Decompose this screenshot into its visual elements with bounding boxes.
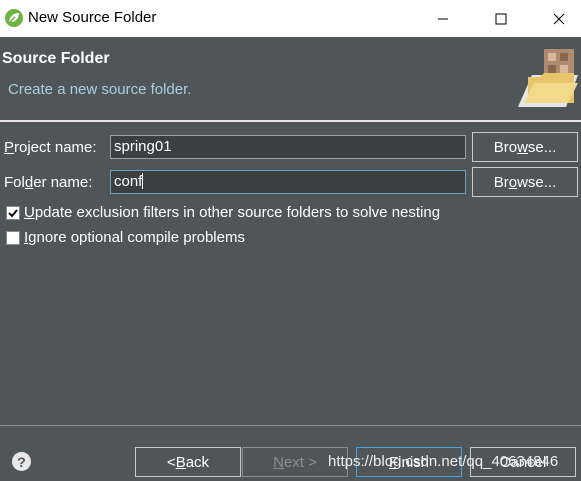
ignore-compile-problems-label[interactable]: Ignore optional compile problems (24, 229, 245, 246)
folder-name-label: Folder name: (4, 174, 93, 191)
close-icon (553, 13, 565, 24)
minimize-button[interactable] (420, 0, 466, 37)
ignore-compile-problems-checkbox[interactable] (6, 231, 20, 245)
close-button[interactable] (536, 0, 581, 37)
minimize-icon (438, 18, 448, 19)
header-divider (0, 120, 581, 122)
project-name-input[interactable]: spring01 (110, 135, 466, 159)
browse-folder-button[interactable]: Br o wse... (472, 167, 578, 197)
update-exclusion-checkbox[interactable] (6, 206, 20, 220)
spring-leaf-icon (5, 9, 23, 27)
wizard-header: Source Folder Create a new source folder… (0, 37, 581, 120)
source-folder-icon (518, 49, 578, 107)
browse-project-button[interactable]: Bro w se... (472, 132, 578, 162)
page-title: Source Folder (2, 50, 110, 67)
title-bar: New Source Folder (0, 0, 581, 37)
maximize-icon (495, 13, 507, 24)
footer-divider (0, 425, 581, 426)
update-exclusion-label[interactable]: Update exclusion filters in other source… (24, 204, 440, 221)
folder-name-input[interactable]: conf (110, 170, 466, 194)
help-icon[interactable]: ? (12, 452, 31, 471)
maximize-button[interactable] (478, 0, 524, 37)
text-caret (142, 173, 144, 189)
back-button[interactable]: < Back (135, 447, 241, 477)
watermark-text: https://blog.csdn.net/qq_40634846 (328, 453, 559, 470)
window-title: New Source Folder (28, 9, 157, 26)
checkmark-icon (8, 209, 18, 218)
project-name-label: Project name: (4, 139, 97, 156)
page-description: Create a new source folder. (8, 81, 192, 98)
